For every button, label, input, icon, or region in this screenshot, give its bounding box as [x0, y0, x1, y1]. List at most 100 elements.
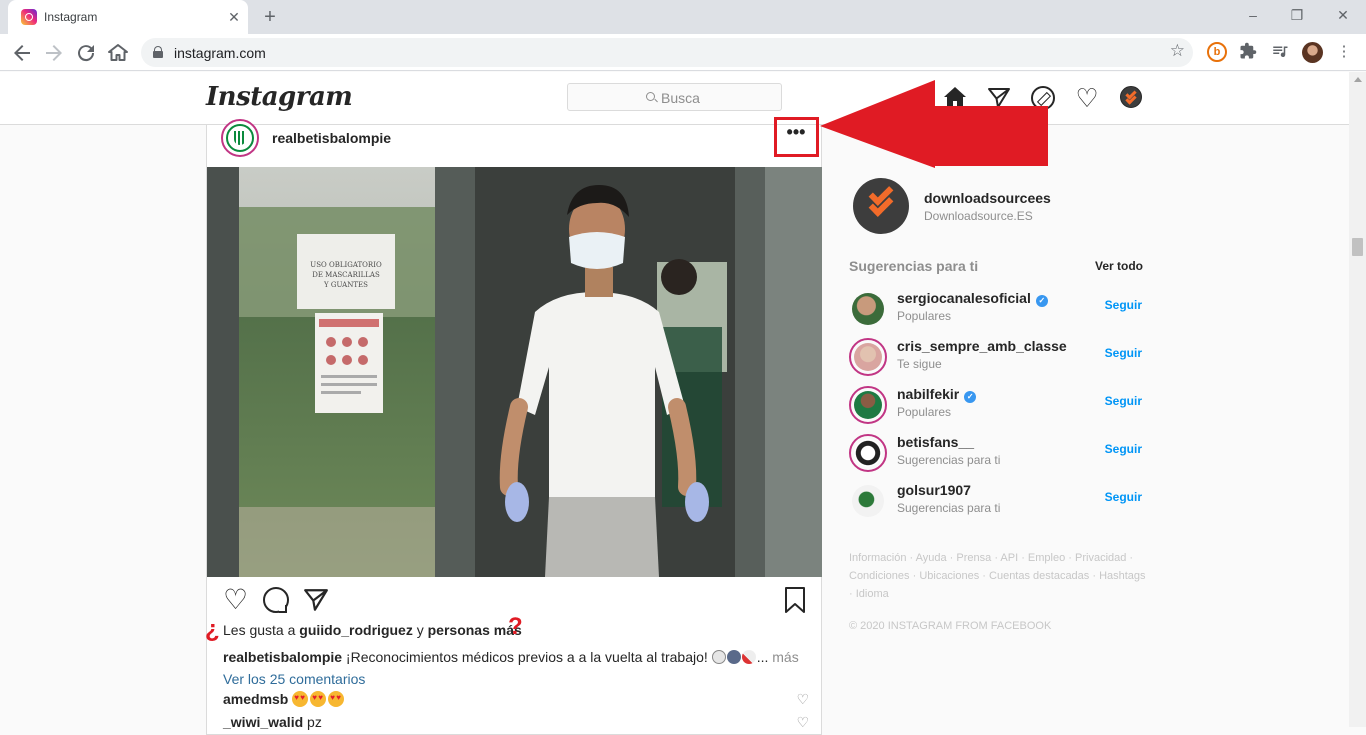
current-user-avatar[interactable]: [853, 178, 909, 234]
comment-row: _wiwi_walid pz ♡: [223, 714, 809, 734]
follow-button[interactable]: Seguir: [1105, 442, 1142, 456]
instagram-favicon-icon: [21, 9, 37, 25]
see-all-link[interactable]: Ver todo: [1095, 259, 1143, 273]
url-text: instagram.com: [174, 45, 266, 61]
suggestion-avatar[interactable]: [849, 434, 887, 472]
heart-eyes-emoji-icon: [292, 691, 309, 707]
back-arrow-icon[interactable]: [10, 41, 34, 65]
comment-username[interactable]: _wiwi_walid: [223, 714, 303, 730]
like-heart-icon[interactable]: ♡: [223, 586, 249, 614]
share-icon[interactable]: [303, 587, 329, 613]
scroll-thumb[interactable]: [1352, 238, 1363, 256]
suggestion-avatar[interactable]: [849, 482, 887, 520]
mask-emoji-icon: [711, 650, 726, 664]
bookmark-icon[interactable]: [784, 587, 806, 613]
heart-icon[interactable]: ♡: [1075, 85, 1099, 111]
suggestion-subtitle: Populares: [897, 309, 952, 323]
svg-text:DE MASCARILLAS: DE MASCARILLAS: [312, 271, 380, 279]
suggestion-username[interactable]: nabilfekir ✓: [897, 386, 977, 403]
suggestion-item: nabilfekir ✓ Populares Seguir: [849, 384, 1142, 424]
scroll-up-arrow-icon[interactable]: [1354, 77, 1362, 82]
follow-button[interactable]: Seguir: [1105, 394, 1142, 408]
caption-ellipsis: ...: [756, 649, 773, 665]
caption-text: ¡Reconocimientos médicos previos a a la …: [342, 649, 712, 665]
likes-line: Les gusta a guiido_rodriguez y personas …: [223, 622, 522, 638]
bookmark-star-icon[interactable]: ☆: [1170, 41, 1185, 61]
forward-arrow-icon[interactable]: [42, 41, 66, 65]
search-input[interactable]: Busca: [567, 83, 782, 111]
suggestion-subtitle: Populares: [897, 405, 952, 419]
tab-title: Instagram: [44, 10, 98, 24]
home-browser-icon[interactable]: [106, 41, 130, 65]
close-window-button[interactable]: ✕: [1330, 4, 1356, 26]
comment-username[interactable]: amedmsb: [223, 691, 288, 707]
browser-profile-avatar[interactable]: [1302, 42, 1323, 63]
verified-badge-icon: ✓: [1035, 295, 1048, 307]
suggestion-username[interactable]: cris_sempre_amb_classe: [897, 338, 1067, 354]
verified-badge-icon: ✓: [964, 391, 977, 403]
extension-b-icon[interactable]: b: [1207, 42, 1227, 62]
suggestions-title: Sugerencias para ti: [849, 258, 979, 274]
suggestion-avatar[interactable]: [849, 290, 887, 328]
tab-close-icon[interactable]: ✕: [226, 9, 242, 25]
stethoscope-emoji-icon: [726, 650, 741, 664]
new-tab-button[interactable]: +: [259, 6, 281, 28]
likes-user-link[interactable]: guiido_rodriguez: [299, 622, 413, 638]
search-icon: [646, 92, 655, 101]
browser-tab[interactable]: Instagram ✕: [8, 0, 248, 34]
footer-links[interactable]: Información · Ayuda · Prensa · API · Emp…: [849, 549, 1149, 603]
post-author-avatar[interactable]: [221, 119, 259, 157]
extensions-puzzle-icon[interactable]: [1238, 42, 1258, 62]
caption-more-link[interactable]: más: [772, 649, 798, 665]
likes-prefix: Les gusta a: [223, 622, 300, 638]
suggestion-username[interactable]: sergiocanalesoficial ✓: [897, 290, 1048, 307]
browser-tab-strip: Instagram ✕ + – ❐ ✕: [0, 0, 1366, 34]
comment-like-heart-icon[interactable]: ♡: [796, 714, 809, 731]
address-bar[interactable]: instagram.com ☆: [141, 38, 1193, 67]
media-control-icon[interactable]: [1270, 42, 1290, 62]
question-mark-close-annotation: ?: [508, 613, 523, 640]
reload-icon[interactable]: [74, 41, 98, 65]
suggestion-username-text: nabilfekir: [897, 386, 960, 402]
comment-like-heart-icon[interactable]: ♡: [796, 691, 809, 708]
suggestion-item: betisfans__ Sugerencias para ti Seguir: [849, 432, 1142, 472]
profile-avatar[interactable]: [1120, 86, 1142, 108]
page-scrollbar[interactable]: [1349, 72, 1366, 727]
post-card: realbetisbalompie ••• USO OBLIGATORIO DE…: [205, 119, 822, 735]
minimize-button[interactable]: –: [1240, 4, 1266, 26]
more-options-highlight-box: [774, 117, 819, 157]
suggestion-avatar[interactable]: [849, 386, 887, 424]
suggestion-username[interactable]: betisfans__: [897, 434, 974, 450]
post-image[interactable]: USO OBLIGATORIO DE MASCARILLAS Y GUANTES: [207, 167, 822, 577]
search-placeholder: Busca: [661, 90, 700, 106]
suggestion-username-text: sergiocanalesoficial: [897, 290, 1031, 306]
question-mark-open-annotation: ¿: [205, 616, 220, 643]
current-user-username[interactable]: downloadsourcees: [924, 190, 1051, 206]
suggestion-subtitle: Te sigue: [897, 357, 942, 371]
suggestion-item: sergiocanalesoficial ✓ Populares Seguir: [849, 288, 1142, 328]
browser-menu-icon[interactable]: ⋮: [1334, 42, 1354, 62]
syringe-emoji-icon: [741, 650, 756, 664]
footer-copyright: © 2020 INSTAGRAM FROM FACEBOOK: [849, 620, 1052, 632]
heart-eyes-emoji-icon: [310, 691, 327, 707]
view-comments-link[interactable]: Ver los 25 comentarios: [223, 671, 365, 687]
restore-button[interactable]: ❐: [1284, 4, 1310, 26]
svg-text:USO OBLIGATORIO: USO OBLIGATORIO: [310, 261, 382, 269]
suggestion-item: golsur1907 Sugerencias para ti Seguir: [849, 480, 1142, 520]
suggestion-item: cris_sempre_amb_classe Te sigue Seguir: [849, 336, 1142, 376]
instagram-header: Instagram Busca ♡: [0, 72, 1349, 125]
follow-button[interactable]: Seguir: [1105, 490, 1142, 504]
comment-text: pz: [303, 714, 322, 730]
red-pointer-arrow: [820, 80, 1048, 168]
comment-row: amedmsb ♡: [223, 691, 809, 711]
post-author-username[interactable]: realbetisbalompie: [272, 130, 391, 146]
follow-button[interactable]: Seguir: [1105, 298, 1142, 312]
follow-button[interactable]: Seguir: [1105, 346, 1142, 360]
caption-username[interactable]: realbetisbalompie: [223, 649, 342, 665]
suggestion-avatar[interactable]: [849, 338, 887, 376]
comment-icon[interactable]: [263, 587, 289, 613]
instagram-logo[interactable]: Instagram: [206, 82, 353, 112]
heart-eyes-emoji-icon: [328, 691, 345, 707]
lock-icon: [153, 46, 163, 58]
suggestion-username[interactable]: golsur1907: [897, 482, 971, 498]
